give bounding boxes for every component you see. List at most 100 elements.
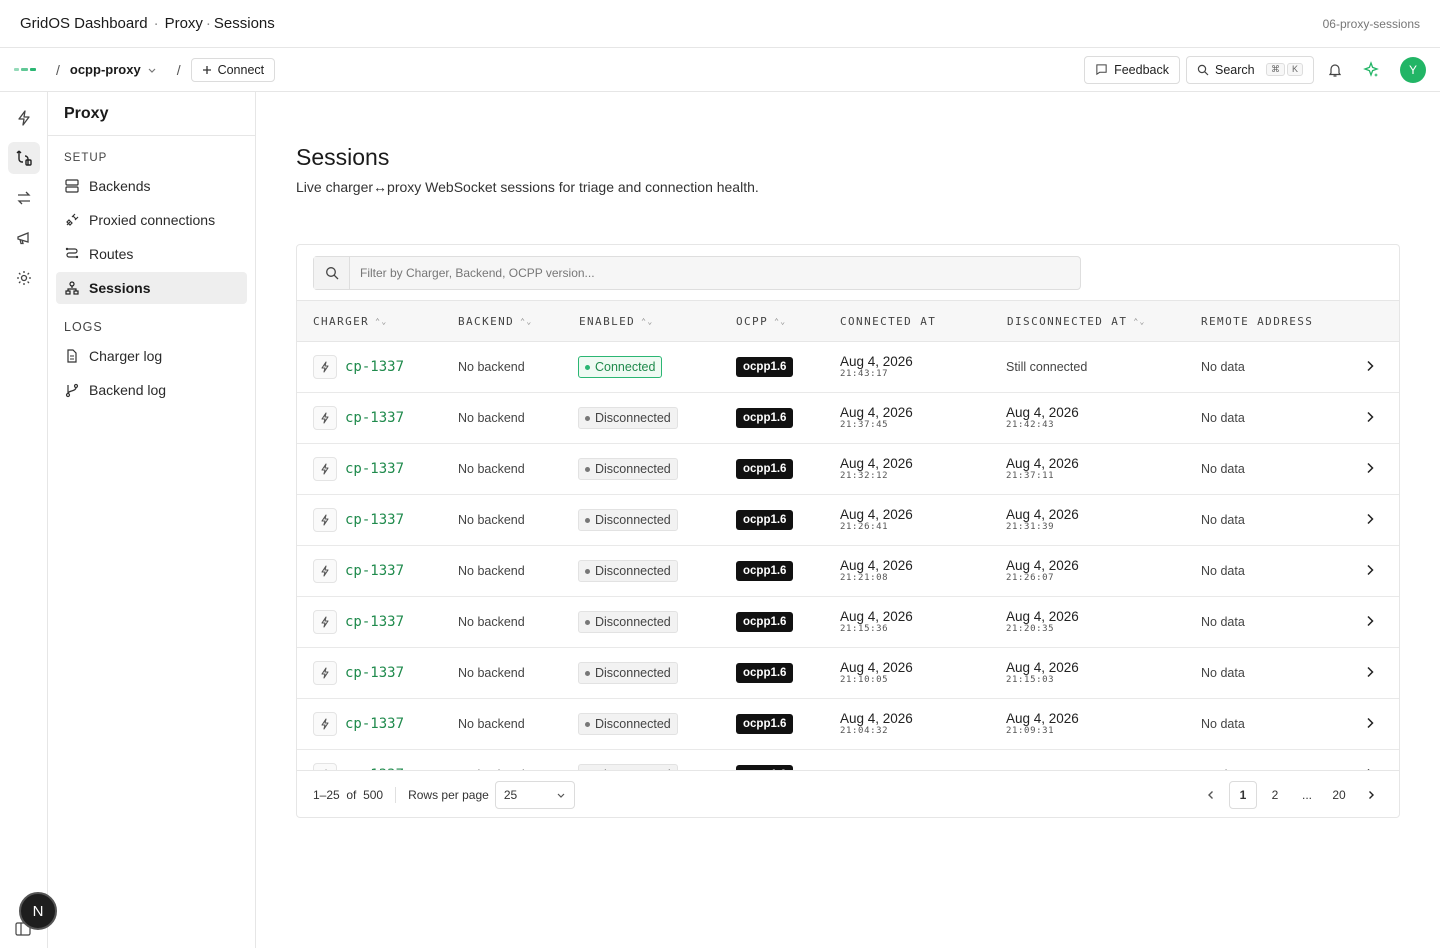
table-row[interactable]: cp-1337No backendDisconnectedocpp1.6Aug … xyxy=(297,750,1399,770)
column-header-remote-address[interactable]: REMOTE ADDRESS xyxy=(1201,301,1313,341)
filter-input[interactable] xyxy=(350,266,1050,280)
project-switcher[interactable]: ocpp-proxy xyxy=(70,62,157,77)
rail-settings[interactable] xyxy=(8,262,40,294)
search-button[interactable]: Search ⌘ K xyxy=(1186,55,1314,84)
row-open-button[interactable] xyxy=(1363,665,1377,682)
column-header-charger[interactable]: CHARGER ⌃⌄ xyxy=(313,301,388,341)
rows-per-page-select[interactable]: 25 xyxy=(494,780,575,809)
column-header-connected-at[interactable]: CONNECTED AT xyxy=(840,301,936,341)
charger-link[interactable]: cp-1337 xyxy=(345,512,404,528)
table-row[interactable]: cp-1337No backendDisconnectedocpp1.6Aug … xyxy=(297,444,1399,495)
row-open-button[interactable] xyxy=(1363,359,1377,376)
ocpp-version-badge: ocpp1.6 xyxy=(736,459,794,479)
table-row[interactable]: cp-1337No backendDisconnectedocpp1.6Aug … xyxy=(297,546,1399,597)
charger-link[interactable]: cp-1337 xyxy=(345,461,404,477)
connect-button[interactable]: Connect xyxy=(190,57,276,82)
connected-at: Aug 4, 2026 21:37:45 xyxy=(840,405,913,430)
remote-address-value: No data xyxy=(1201,717,1245,731)
table-row[interactable]: cp-1337No backendDisconnectedocpp1.6Aug … xyxy=(297,495,1399,546)
status-badge: Disconnected xyxy=(578,407,678,429)
remote-address-value: No data xyxy=(1201,564,1245,578)
sidebar-item-proxied-connections[interactable]: Proxied connections xyxy=(56,204,247,236)
column-header-ocpp[interactable]: OCPP ⌃⌄ xyxy=(736,301,787,341)
bell-icon xyxy=(1328,63,1342,77)
table-row[interactable]: cp-1337No backendDisconnectedocpp1.6Aug … xyxy=(297,648,1399,699)
next-page-button[interactable] xyxy=(1357,781,1385,809)
sort-icon: ⌃⌄ xyxy=(375,316,388,326)
connected-at: Aug 4, 2026 21:04:32 xyxy=(840,711,913,736)
proxy-sidebar: Proxy SETUP Backends Proxied connections… xyxy=(48,92,256,948)
sidebar-item-routes[interactable]: Routes xyxy=(56,238,247,270)
breadcrumb-separator: / xyxy=(176,61,181,78)
sort-icon: ⌃⌄ xyxy=(1133,316,1146,326)
remote-address-value: No data xyxy=(1201,411,1245,425)
table-row[interactable]: cp-1337No backendDisconnectedocpp1.6Aug … xyxy=(297,699,1399,750)
backend-value: No backend xyxy=(458,615,525,629)
rail-transfers[interactable] xyxy=(8,182,40,214)
charger-link[interactable]: cp-1337 xyxy=(345,563,404,579)
user-avatar[interactable]: Y xyxy=(1400,56,1426,83)
charger-type-icon xyxy=(313,457,337,481)
page-button-20[interactable]: 20 xyxy=(1325,781,1353,809)
table-row[interactable]: cp-1337 No backend Connected ocpp1.6 Aug 4, … xyxy=(297,342,1399,393)
charger-cell: cp-1337 xyxy=(313,597,404,647)
sort-icon: ⌃⌄ xyxy=(520,316,533,326)
feedback-button[interactable]: Feedback xyxy=(1084,55,1180,84)
rail-chargers[interactable] xyxy=(8,102,40,134)
rail-proxy[interactable] xyxy=(8,142,40,174)
column-header-enabled[interactable]: ENABLED ⌃⌄ xyxy=(579,301,654,341)
connected-at: Aug 4, 2026 21:21:08 xyxy=(840,558,913,583)
chevron-left-icon xyxy=(1208,790,1213,799)
plus-icon xyxy=(202,65,211,74)
route-icon xyxy=(65,247,79,259)
page-button-2[interactable]: 2 xyxy=(1261,781,1289,809)
row-open-button[interactable] xyxy=(1363,716,1377,733)
gear-icon xyxy=(17,271,31,285)
git-branch-icon xyxy=(65,383,79,398)
table-footer: 1–25 of 500 Rows per page 25 1 2 ... 20 xyxy=(297,770,1399,817)
prev-page-button[interactable] xyxy=(1197,781,1225,809)
sidebar-item-backends[interactable]: Backends xyxy=(56,170,247,202)
notifications-button[interactable] xyxy=(1320,55,1350,85)
status-badge: Disconnected xyxy=(578,611,678,633)
row-open-button[interactable] xyxy=(1363,512,1377,529)
charger-cell: cp-1337 xyxy=(313,750,404,770)
sort-icon: ⌃⌄ xyxy=(774,316,787,326)
column-header-disconnected-at[interactable]: DISCONNECTED AT ⌃⌄ xyxy=(1007,301,1146,341)
file-icon xyxy=(67,349,77,363)
bolt-icon xyxy=(321,463,329,475)
disconnected-at: Still connected xyxy=(1006,360,1088,374)
nav-rail xyxy=(0,92,48,948)
charger-link[interactable]: cp-1337 xyxy=(345,716,404,732)
charger-link[interactable]: cp-1337 xyxy=(345,665,404,681)
assistant-button[interactable] xyxy=(1356,55,1386,85)
rail-campaigns[interactable] xyxy=(8,222,40,254)
connected-at: Aug 4, 2026 21:15:36 xyxy=(840,609,913,634)
sidebar-item-charger-log[interactable]: Charger log xyxy=(56,340,247,372)
bolt-icon xyxy=(321,514,329,526)
column-header-backend[interactable]: BACKEND ⌃⌄ xyxy=(458,301,533,341)
charger-link[interactable]: cp-1337 xyxy=(345,614,404,630)
table-row[interactable]: cp-1337No backendDisconnectedocpp1.6Aug … xyxy=(297,393,1399,444)
row-open-button[interactable] xyxy=(1363,461,1377,478)
sidebar-item-backend-log[interactable]: Backend log xyxy=(56,374,247,406)
status-badge: Connected xyxy=(578,356,663,378)
charger-link[interactable]: cp-1337 xyxy=(345,410,404,426)
gridos-logo[interactable] xyxy=(14,68,36,71)
sidebar-item-sessions[interactable]: Sessions xyxy=(56,272,247,304)
charger-cell: cp-1337 xyxy=(313,648,404,698)
charger-link[interactable]: cp-1337 xyxy=(345,359,404,375)
chevron-right-icon xyxy=(1367,564,1374,576)
row-open-button[interactable] xyxy=(1363,614,1377,631)
page-button-1[interactable]: 1 xyxy=(1229,780,1257,809)
table-row[interactable]: cp-1337No backendDisconnectedocpp1.6Aug … xyxy=(297,597,1399,648)
row-open-button[interactable] xyxy=(1363,563,1377,580)
floating-help-button[interactable]: N xyxy=(19,892,57,930)
chevron-right-icon xyxy=(1367,717,1374,729)
bolt-icon xyxy=(321,718,329,730)
page-slug: 06-proxy-sessions xyxy=(1322,16,1420,31)
chevron-right-icon xyxy=(1367,513,1374,525)
window-titlebar: GridOS Dashboard · Proxy · Sessions 06-proxy… xyxy=(0,0,1440,48)
row-open-button[interactable] xyxy=(1363,410,1377,427)
remote-address-value: No data xyxy=(1201,513,1245,527)
